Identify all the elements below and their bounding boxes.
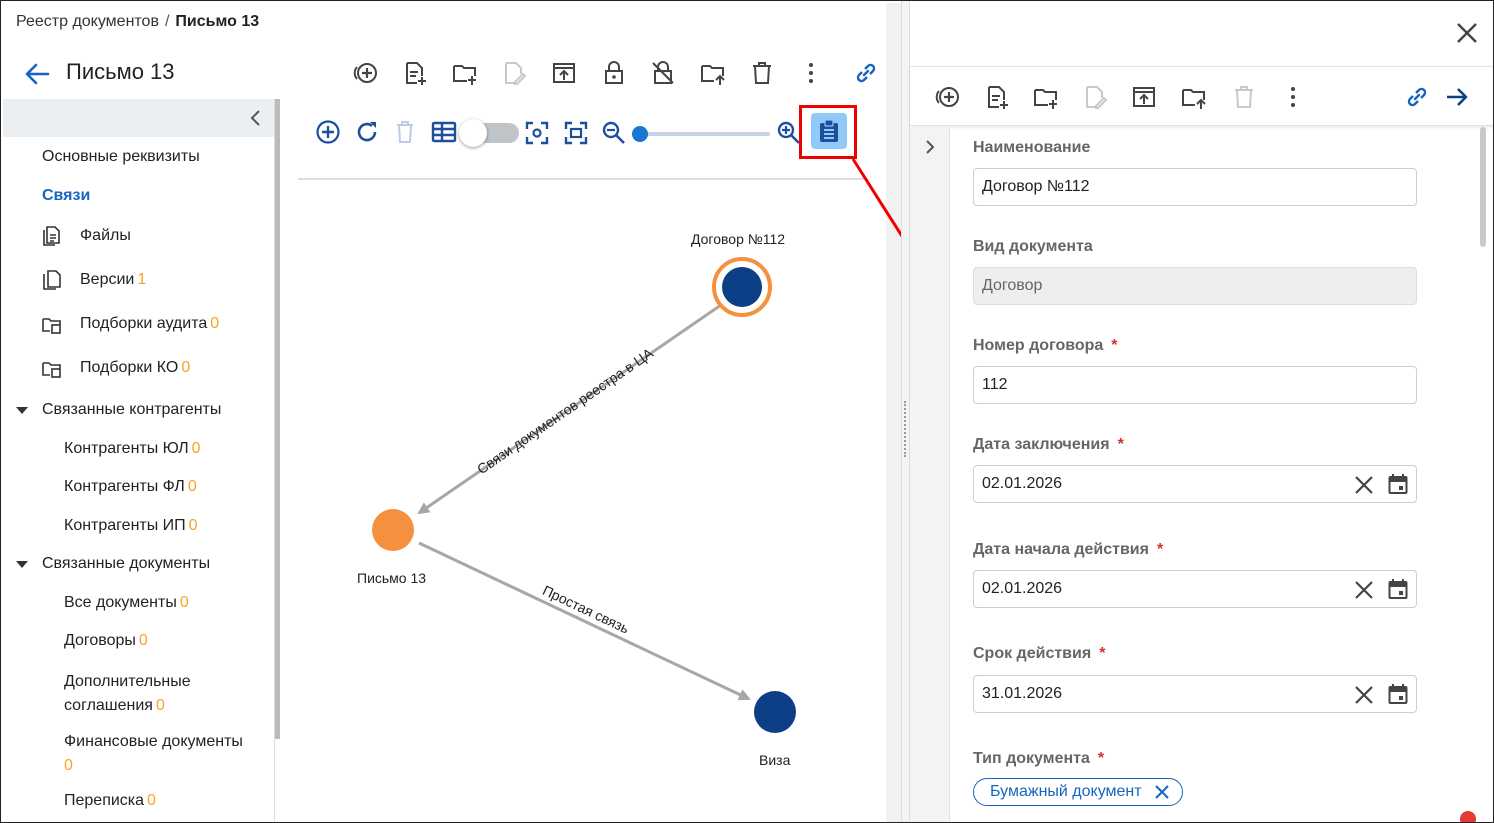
field-label-validity: Срок действия * — [973, 645, 1105, 663]
graph-canvas[interactable] — [2, 2, 902, 823]
details-gutter — [910, 127, 950, 822]
splitter-grip[interactable] — [904, 401, 908, 457]
field-label-text: Дата заключения — [973, 436, 1110, 453]
doc-kind-field: Договор — [973, 267, 1417, 305]
field-label-contract-number: Номер договора * — [973, 337, 1118, 355]
calendar-icon[interactable] — [1388, 683, 1408, 705]
graph-node-label: Виза — [759, 752, 791, 768]
required-mark: * — [1156, 541, 1164, 558]
close-icon[interactable] — [1456, 22, 1478, 44]
chip-remove-icon[interactable] — [1154, 784, 1170, 800]
graph-node-visa[interactable] — [754, 691, 796, 733]
graph-scrollbar[interactable] — [886, 3, 902, 822]
field-label-text: Номер договора — [973, 337, 1104, 354]
required-mark: * — [1111, 337, 1118, 354]
conclusion-date-field[interactable]: 02.01.2026 — [973, 465, 1417, 503]
field-label-text: Наименование — [973, 139, 1091, 156]
graph-node-contract[interactable] — [722, 267, 762, 307]
details-scrollbar[interactable] — [1480, 127, 1486, 247]
arrow-right-icon[interactable] — [1442, 82, 1472, 112]
delete-icon — [1229, 82, 1259, 112]
contract-number-field[interactable]: 112 — [973, 366, 1417, 404]
details-toolbar — [910, 66, 1493, 126]
error-indicator-icon[interactable] — [1460, 811, 1476, 822]
calendar-icon[interactable] — [1388, 473, 1408, 495]
add-circle-icon[interactable] — [932, 82, 962, 112]
required-mark: * — [1099, 645, 1106, 662]
required-mark: * — [1117, 436, 1124, 453]
clear-icon[interactable] — [1354, 685, 1374, 705]
upload-icon[interactable] — [1129, 82, 1159, 112]
details-panel: Наименование Договор №112 Вид документа … — [910, 2, 1493, 822]
field-label-text: Вид документа — [973, 238, 1093, 255]
required-mark: * — [1097, 750, 1105, 767]
clear-icon[interactable] — [1354, 580, 1374, 600]
field-label-conclusion-date: Дата заключения * — [973, 436, 1124, 454]
move-folder-icon[interactable] — [1179, 82, 1209, 112]
field-label-start-date: Дата начала действия * — [973, 541, 1163, 559]
app-frame: Реестр документов/Письмо 13 Письмо 13 — [0, 0, 1494, 823]
calendar-icon[interactable] — [1388, 578, 1408, 600]
graph-edge-line[interactable] — [418, 541, 751, 701]
graph-node-label: Письмо 13 — [357, 570, 427, 586]
field-label-text: Тип документа — [973, 750, 1090, 767]
add-document-icon[interactable] — [982, 82, 1012, 112]
validity-field[interactable]: 31.01.2026 — [973, 675, 1417, 713]
field-label-doc-kind: Вид документа — [973, 238, 1093, 256]
edit-document-icon — [1080, 82, 1110, 112]
clear-icon[interactable] — [1354, 475, 1374, 495]
field-label-text: Срок действия — [973, 645, 1092, 662]
add-folder-icon[interactable] — [1031, 82, 1061, 112]
field-label-doc-type: Тип документа * — [973, 750, 1104, 768]
graph-node-label: Договор №112 — [691, 231, 786, 247]
field-label-text: Дата начала действия — [973, 541, 1149, 558]
start-date-field[interactable]: 02.01.2026 — [973, 570, 1417, 608]
field-label-name: Наименование — [973, 139, 1090, 157]
more-vertical-icon[interactable] — [1278, 82, 1308, 112]
chip-label: Бумажный документ — [990, 783, 1142, 800]
graph-node-letter[interactable] — [372, 509, 414, 551]
document-window: Реестр документов/Письмо 13 Письмо 13 — [2, 2, 902, 823]
doc-type-chip[interactable]: Бумажный документ — [973, 778, 1183, 806]
panel-splitter[interactable] — [901, 1, 910, 822]
chevron-right-icon[interactable] — [924, 139, 936, 155]
link-icon[interactable] — [1402, 82, 1432, 112]
name-field[interactable]: Договор №112 — [973, 168, 1417, 206]
